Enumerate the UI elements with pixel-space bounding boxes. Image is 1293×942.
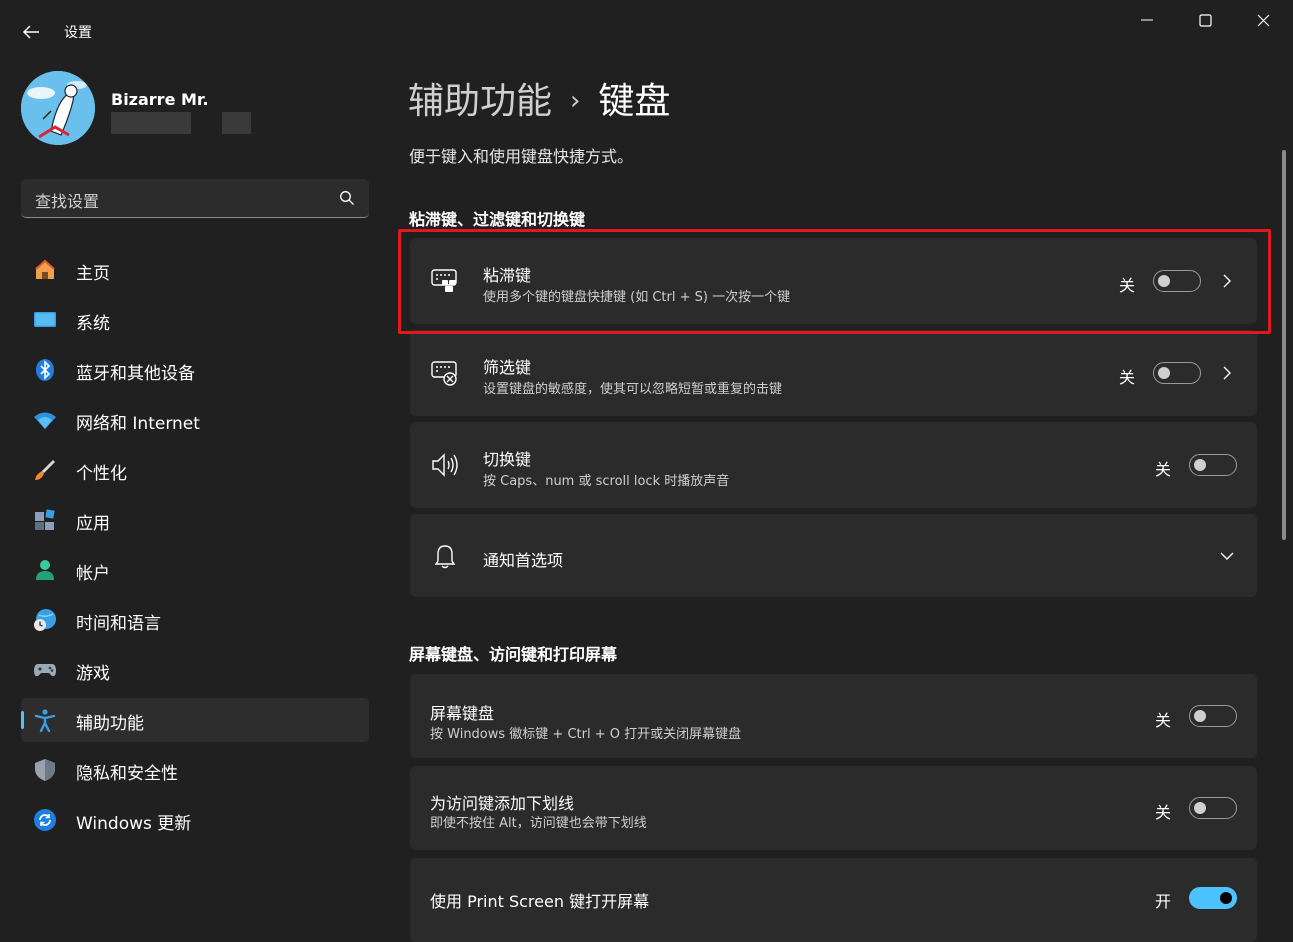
close-button[interactable] [1234,0,1292,40]
toggle-state-label: 关 [1119,368,1136,387]
section-heading: 粘滞键、过滤键和切换键 [409,210,586,229]
minimize-icon [1141,19,1153,21]
nav-item-accounts[interactable]: 帐户 [21,548,369,592]
section-heading: 屏幕键盘、访问键和打印屏幕 [409,645,618,664]
nav-label: 隐私和安全性 [76,764,178,784]
search-input[interactable]: 查找设置 [35,188,99,212]
nav-label: 网络和 Internet [76,414,200,434]
print-screen-card[interactable]: 使用 Print Screen 键打开屏幕 开 [410,858,1257,942]
card-title: 屏幕键盘 [430,704,495,723]
nav-item-windows-update[interactable]: Windows 更新 [21,798,369,842]
nav-label: 蓝牙和其他设备 [76,364,195,384]
nav-item-accessibility[interactable]: 辅助功能 [21,698,369,742]
nav-item-gaming[interactable]: 游戏 [21,648,369,692]
toggle-state-label: 关 [1155,803,1172,822]
accessibility-icon [34,709,56,732]
search-icon[interactable] [339,190,355,206]
toggle-keys-card[interactable]: 切换键 按 Caps、num 或 scroll lock 时播放声音 关 [410,422,1257,508]
nav-label: 帐户 [76,564,110,584]
back-button[interactable] [14,18,48,46]
gamepad-icon [34,664,56,677]
nav-item-network[interactable]: 网络和 Internet [21,398,369,442]
card-subtitle: 设置键盘的敏感度，使其可以忽略短暂或重复的击键 [483,382,783,397]
toggle-knob [1194,710,1206,722]
highlight-box [398,229,1271,334]
user-name: Bizarre Mr. [111,90,209,109]
nav-item-system[interactable]: 系统 [21,298,369,342]
avatar-image [21,71,95,145]
nav-item-time-language[interactable]: 时间和语言 [21,598,369,642]
active-indicator [21,711,24,729]
nav-item-apps[interactable]: 应用 [21,498,369,542]
breadcrumb-parent[interactable]: 辅助功能 [408,81,552,122]
redacted-email-suffix [222,112,251,134]
page-title: 键盘 [598,81,671,122]
filter-keys-toggle[interactable] [1153,362,1201,384]
toggle-keys-toggle[interactable] [1189,454,1237,476]
avatar[interactable] [21,71,95,145]
shield-icon [35,759,55,781]
print-screen-toggle[interactable] [1189,887,1237,909]
card-subtitle: 即使不按住 Alt，访问键也会带下划线 [430,816,647,831]
system-icon [34,312,56,327]
card-title: 筛选键 [483,358,532,377]
nav-label: 游戏 [76,664,110,684]
nav-item-bluetooth[interactable]: 蓝牙和其他设备 [21,348,369,392]
notification-preferences-card[interactable]: 通知首选项 [410,514,1257,597]
filter-keys-icon [431,361,457,386]
chevron-down-icon[interactable] [1220,549,1234,563]
nav-item-privacy[interactable]: 隐私和安全性 [21,748,369,792]
scrollbar-thumb[interactable] [1282,150,1286,540]
nav-label: 个性化 [76,464,127,484]
page-description: 便于键入和使用键盘快捷方式。 [409,147,634,166]
bluetooth-icon [36,359,54,381]
apps-icon [35,509,55,530]
card-title: 通知首选项 [483,551,564,570]
home-icon [35,259,55,279]
window-title: 设置 [64,25,92,41]
brush-icon [35,460,55,480]
account-icon [36,560,54,580]
on-screen-keyboard-card[interactable]: 屏幕键盘 按 Windows 徽标键 + Ctrl + O 打开或关闭屏幕键盘 … [410,674,1257,758]
chevron-right-icon[interactable] [1220,366,1234,380]
underline-access-keys-toggle[interactable] [1189,797,1237,819]
maximize-icon [1198,13,1212,27]
nav-item-home[interactable]: 主页 [21,248,369,292]
nav-label: 主页 [76,264,110,284]
toggle-state-label: 关 [1155,460,1172,479]
redacted-email [111,112,191,134]
nav-label: 应用 [76,514,110,534]
card-subtitle: 按 Windows 徽标键 + Ctrl + O 打开或关闭屏幕键盘 [430,727,742,742]
toggle-knob [1194,459,1206,471]
close-icon [1257,14,1269,26]
toggle-state-label: 开 [1155,892,1172,911]
card-title: 切换键 [483,450,532,469]
nav-item-personalization[interactable]: 个性化 [21,448,369,492]
nav-label: 辅助功能 [76,714,144,734]
toggle-state-label: 关 [1155,711,1172,730]
card-title: 为访问键添加下划线 [430,794,575,813]
card-title: 使用 Print Screen 键打开屏幕 [430,892,650,911]
speaker-icon [432,453,458,477]
nav-label: 时间和语言 [76,614,161,634]
breadcrumb: 辅助功能 › 键盘 [408,72,670,124]
maximize-button[interactable] [1176,0,1234,40]
toggle-knob [1194,802,1206,814]
on-screen-keyboard-toggle[interactable] [1189,705,1237,727]
update-icon [34,809,56,831]
filter-keys-card[interactable]: 筛选键 设置键盘的敏感度，使其可以忽略短暂或重复的击键 关 [410,330,1257,416]
nav-label: Windows 更新 [76,814,192,834]
card-subtitle: 按 Caps、num 或 scroll lock 时播放声音 [483,474,730,489]
bell-icon [434,545,456,569]
globe-clock-icon [34,609,56,631]
wifi-icon [34,412,56,429]
search-box[interactable]: 查找设置 [21,179,369,218]
toggle-knob [1158,367,1170,379]
underline-access-keys-card[interactable]: 为访问键添加下划线 即使不按住 Alt，访问键也会带下划线 关 [410,766,1257,850]
minimize-button[interactable] [1118,0,1176,40]
breadcrumb-separator: › [570,86,581,116]
nav-label: 系统 [76,314,110,334]
toggle-knob [1220,892,1232,904]
back-arrow-icon [22,25,39,39]
